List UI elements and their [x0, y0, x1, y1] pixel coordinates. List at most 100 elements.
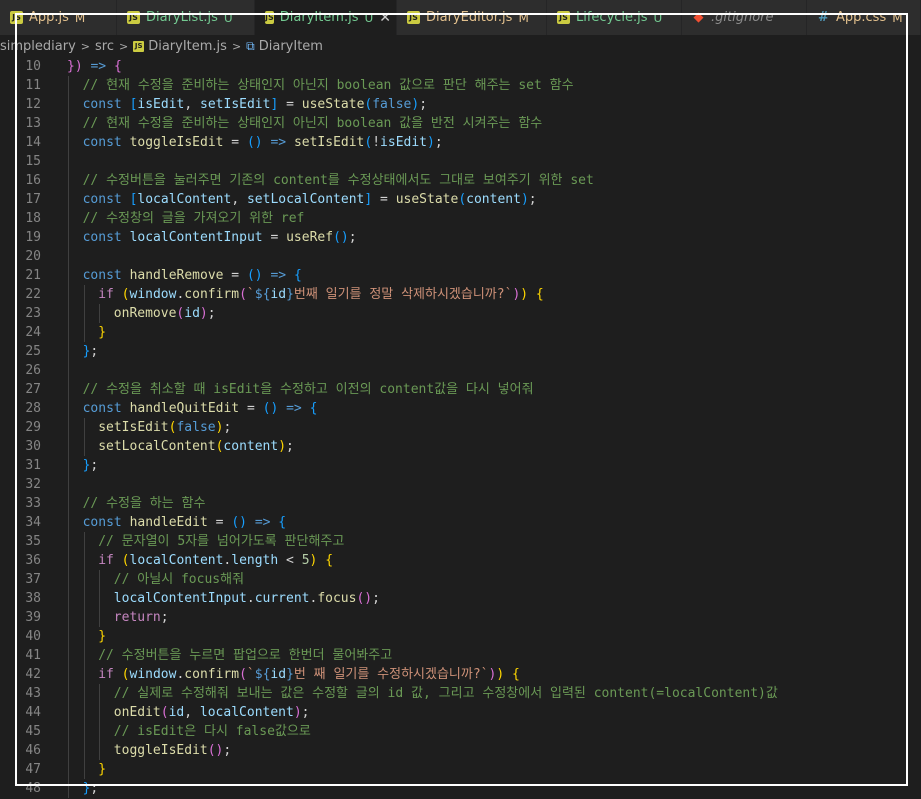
code-line[interactable]: 22 if (window.confirm(`${id}번째 일기를 정말 삭제하…: [0, 285, 921, 304]
code-line[interactable]: 43 // 실제로 수정해줘 보내는 값은 수정할 글의 id 값, 그리고 수정…: [0, 684, 921, 703]
code-text: // 실제로 수정해줘 보내는 값은 수정할 글의 id 값, 그리고 수정창에…: [114, 684, 778, 703]
code-line[interactable]: 18 // 수정창의 글을 가져오기 위한 ref: [0, 209, 921, 228]
code-line[interactable]: 23 onRemove(id);: [0, 304, 921, 323]
editor-tab[interactable]: JS DiaryEditor.js M: [397, 0, 547, 35]
code-token: (: [239, 287, 247, 302]
indent-guide: [68, 285, 69, 304]
breadcrumb-folder[interactable]: src: [95, 39, 114, 54]
code-line[interactable]: 33 // 수정을 하는 함수: [0, 494, 921, 513]
line-number: 13: [25, 116, 41, 131]
code-line[interactable]: 16 // 수정버튼을 눌러주면 기존의 content를 수정상태에서도 그대로…: [0, 171, 921, 190]
code-line[interactable]: 28 const handleQuitEdit = () => {: [0, 399, 921, 418]
code-token: {: [278, 515, 287, 530]
code-line[interactable]: 25};: [0, 342, 921, 361]
code-line[interactable]: 30 setLocalContent(content);: [0, 437, 921, 456]
code-token: =: [239, 401, 263, 416]
code-line[interactable]: 47}: [0, 760, 921, 779]
code-line[interactable]: 39 return;: [0, 608, 921, 627]
code-token: ): [199, 306, 208, 321]
editor-tab[interactable]: ◆ .gitignore: [682, 0, 807, 35]
code-line[interactable]: 14 const toggleIsEdit = () => setIsEdit(!…: [0, 133, 921, 152]
code-editor[interactable]: 10}) => {11// 현재 수정을 준비하는 상태인지 아닌지 boole…: [0, 57, 921, 799]
js-file-icon: JS: [407, 11, 420, 24]
code-line[interactable]: 44 onEdit(id, localContent);: [0, 703, 921, 722]
indent-guide: [68, 247, 69, 266]
editor-tab[interactable]: # App.css M: [807, 0, 921, 35]
code-token: =: [262, 230, 287, 245]
symbol-variable-icon: ⧉: [246, 38, 255, 53]
code-token: // 현재 수정을 준비하는 상태인지 아닌지 boolean 값으로 판단 해…: [82, 78, 574, 93]
code-line[interactable]: 20: [0, 247, 921, 266]
code-line[interactable]: 29 setIsEdit(false);: [0, 418, 921, 437]
code-line[interactable]: 32: [0, 475, 921, 494]
code-line[interactable]: 48};: [0, 779, 921, 798]
indent-guide: [68, 722, 69, 741]
code-line[interactable]: 40}: [0, 627, 921, 646]
indent-guide: [68, 475, 69, 494]
code-line[interactable]: 13 // 현재 수정을 준비하는 상태인지 아닌지 boolean 값을 반전 …: [0, 114, 921, 133]
code-line[interactable]: 24}: [0, 323, 921, 342]
code-line[interactable]: 12 const [isEdit, setIsEdit] = useState(f…: [0, 95, 921, 114]
code-text: const [isEdit, setIsEdit] = useState(fal…: [83, 95, 427, 114]
code-token: id: [184, 306, 200, 321]
code-text: // 현재 수정을 준비하는 상태인지 아닌지 boolean 값을 반전 시켜…: [83, 114, 543, 133]
code-token: (: [121, 667, 130, 682]
breadcrumb-project[interactable]: simplediary: [0, 39, 76, 54]
code-token: handleEdit: [129, 515, 208, 530]
code-line[interactable]: 35 // 문자열이 5자를 넘어가도록 판단해주고: [0, 532, 921, 551]
close-icon[interactable]: ✕: [379, 10, 391, 26]
js-file-icon: JS: [127, 11, 140, 24]
code-token: {: [512, 667, 520, 682]
code-line[interactable]: 26: [0, 361, 921, 380]
code-line[interactable]: 42 if (window.confirm(`${id}번 째 일기를 수정하시겠…: [0, 665, 921, 684]
code-line[interactable]: 11 // 현재 수정을 준비하는 상태인지 아닌지 boolean 값으로 판단…: [0, 76, 921, 95]
breadcrumb-file[interactable]: DiaryItem.js: [148, 39, 227, 54]
code-token: setLocalContent: [246, 192, 365, 207]
code-text: }: [98, 323, 106, 342]
indent-guide: [68, 171, 69, 190]
code-line[interactable]: 41 // 수정버튼을 누르면 팝업으로 한번더 물어봐주고: [0, 646, 921, 665]
tab-label: DiaryList.js: [146, 10, 218, 25]
indent-guide: [99, 608, 101, 627]
code-token: {: [309, 401, 318, 416]
code-line[interactable]: 27 // 수정을 취소할 때 isEdit을 수정하고 이전의 content값…: [0, 380, 921, 399]
code-line[interactable]: 10}) => {: [0, 57, 921, 76]
code-line[interactable]: 19 const localContentInput = useRef();: [0, 228, 921, 247]
code-line[interactable]: 45 // isEdit은 다시 false값으로: [0, 722, 921, 741]
code-line[interactable]: 31};: [0, 456, 921, 475]
indent-guide: [83, 285, 85, 304]
code-token: if: [98, 287, 114, 302]
code-line[interactable]: 38 localContentInput.current.focus();: [0, 589, 921, 608]
code-line[interactable]: 34 const handleEdit = () => {: [0, 513, 921, 532]
editor-tab[interactable]: JS Lifecycle.js U: [547, 0, 682, 35]
code-token: (): [262, 401, 279, 416]
tab-label: .gitignore: [711, 10, 774, 25]
code-line[interactable]: 46 toggleIsEdit();: [0, 741, 921, 760]
code-line[interactable]: 17 const [localContent, setLocalContent] …: [0, 190, 921, 209]
code-line[interactable]: 36 if (localContent.length < 5) {: [0, 551, 921, 570]
code-token: setLocalContent: [98, 439, 216, 454]
code-text: };: [83, 342, 99, 361]
code-token: (): [231, 515, 247, 530]
code-text: }: [98, 627, 106, 646]
line-number: 42: [25, 667, 41, 682]
editor-tab[interactable]: JS App.js M: [0, 0, 117, 35]
editor-tab[interactable]: JS DiaryList.js U: [117, 0, 255, 35]
code-line[interactable]: 15: [0, 152, 921, 171]
code-line[interactable]: 21 const handleRemove = () => {: [0, 266, 921, 285]
code-token: (): [356, 591, 373, 606]
editor-tab[interactable]: JS DiaryItem.js U ✕: [255, 0, 397, 35]
code-token: =>: [270, 268, 287, 283]
code-token: =: [372, 192, 396, 207]
tab-label: Lifecycle.js: [576, 10, 648, 25]
indent-guide: [99, 304, 101, 323]
code-token: false: [372, 97, 412, 112]
code-line[interactable]: 37 // 아닐시 focus해줘: [0, 570, 921, 589]
code-token: ): [293, 705, 302, 720]
code-token: // 수정을 취소할 때 isEdit을 수정하고 이전의 content값을 …: [82, 382, 534, 397]
code-token: const: [82, 515, 122, 530]
breadcrumb-symbol[interactable]: DiaryItem: [259, 39, 323, 54]
code-text: const toggleIsEdit = () => setIsEdit(!is…: [83, 133, 443, 152]
